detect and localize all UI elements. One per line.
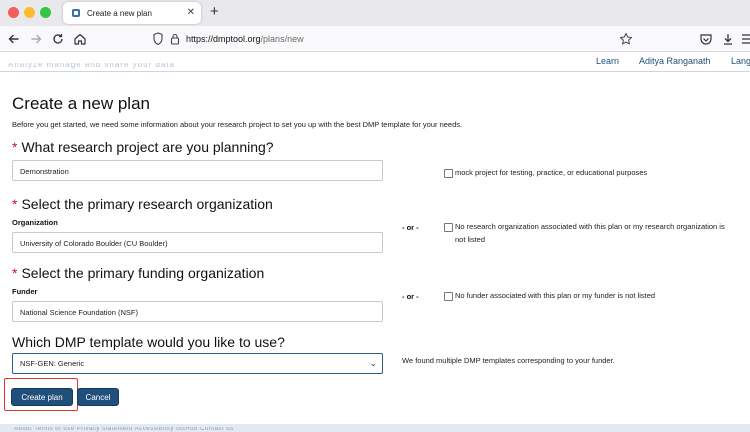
pocket-icon[interactable] (698, 31, 714, 47)
no-research-org-checkbox[interactable] (444, 223, 453, 232)
template-question: Which DMP template would you like to use… (12, 334, 285, 350)
required-marker: * (12, 196, 18, 212)
bookmark-star-icon[interactable] (619, 32, 633, 46)
close-tab-icon[interactable]: ✕ (187, 7, 195, 18)
organization-input[interactable]: University of Colorado Boulder (CU Bould… (12, 232, 383, 253)
site-header: Analyze manage and share your data Learn… (0, 52, 750, 72)
mock-project-checkbox[interactable] (444, 169, 453, 178)
shield-icon[interactable] (152, 32, 164, 46)
mock-project-label: mock project for testing, practice, or e… (455, 168, 648, 177)
required-marker: * (12, 139, 18, 155)
footer-links: About Terms of use Privacy statement Acc… (14, 427, 234, 432)
funding-org-question: * Select the primary funding organization (12, 265, 265, 281)
or-separator: - or - (402, 223, 419, 232)
organization-label: Organization (12, 218, 58, 227)
funder-label: Funder (12, 287, 38, 296)
nav-link-user[interactable]: Aditya Ranganath (639, 56, 711, 66)
page-intro: Before you get started, we need some inf… (12, 120, 463, 129)
site-tagline: Analyze manage and share your data (8, 63, 175, 69)
reload-icon[interactable] (50, 31, 66, 47)
nav-link-language[interactable]: Lang (731, 56, 750, 66)
browser-tab-bar: Create a new plan ✕ + (0, 0, 750, 26)
chevron-down-icon: ⌄ (369, 358, 377, 368)
no-research-org-label: No research organization associated with… (455, 222, 725, 244)
no-funder-checkbox[interactable] (444, 292, 453, 301)
address-bar[interactable]: https://dmptool.org/plans/new (140, 28, 640, 50)
create-plan-button[interactable]: Create plan (11, 388, 73, 406)
required-marker: * (12, 265, 18, 281)
or-separator: - or - (402, 292, 419, 301)
minimize-window-button[interactable] (24, 7, 35, 18)
back-icon[interactable] (6, 31, 22, 47)
browser-tab[interactable]: Create a new plan ✕ (63, 2, 201, 24)
research-org-question: * Select the primary research organizatio… (12, 196, 273, 212)
site-favicon-icon (72, 9, 80, 17)
forward-icon[interactable] (28, 31, 44, 47)
new-tab-icon[interactable]: + (210, 3, 219, 20)
maximize-window-button[interactable] (40, 7, 51, 18)
close-window-button[interactable] (8, 7, 19, 18)
cancel-button[interactable]: Cancel (77, 388, 119, 406)
site-footer: About Terms of use Privacy statement Acc… (0, 424, 750, 432)
page-title: Create a new plan (12, 94, 150, 113)
project-question: * What research project are you planning? (12, 139, 274, 155)
project-title-input[interactable]: Demonstration (12, 160, 383, 181)
funder-input[interactable]: National Science Foundation (NSF) (12, 301, 383, 322)
menu-icon[interactable] (740, 31, 750, 47)
template-selected-value: NSF-GEN: Generic (20, 359, 85, 368)
no-funder-label: No funder associated with this plan or m… (455, 291, 656, 300)
template-note: We found multiple DMP templates correspo… (402, 356, 615, 365)
lock-icon[interactable] (170, 33, 180, 45)
downloads-icon[interactable] (720, 31, 736, 47)
nav-link-learn[interactable]: Learn (596, 56, 619, 66)
url-text: https://dmptool.org/plans/new (186, 34, 304, 44)
home-icon[interactable] (72, 31, 88, 47)
template-select[interactable]: NSF-GEN: Generic ⌄ (12, 353, 383, 374)
browser-nav-bar: https://dmptool.org/plans/new (0, 26, 750, 52)
tab-title: Create a new plan (87, 8, 152, 18)
